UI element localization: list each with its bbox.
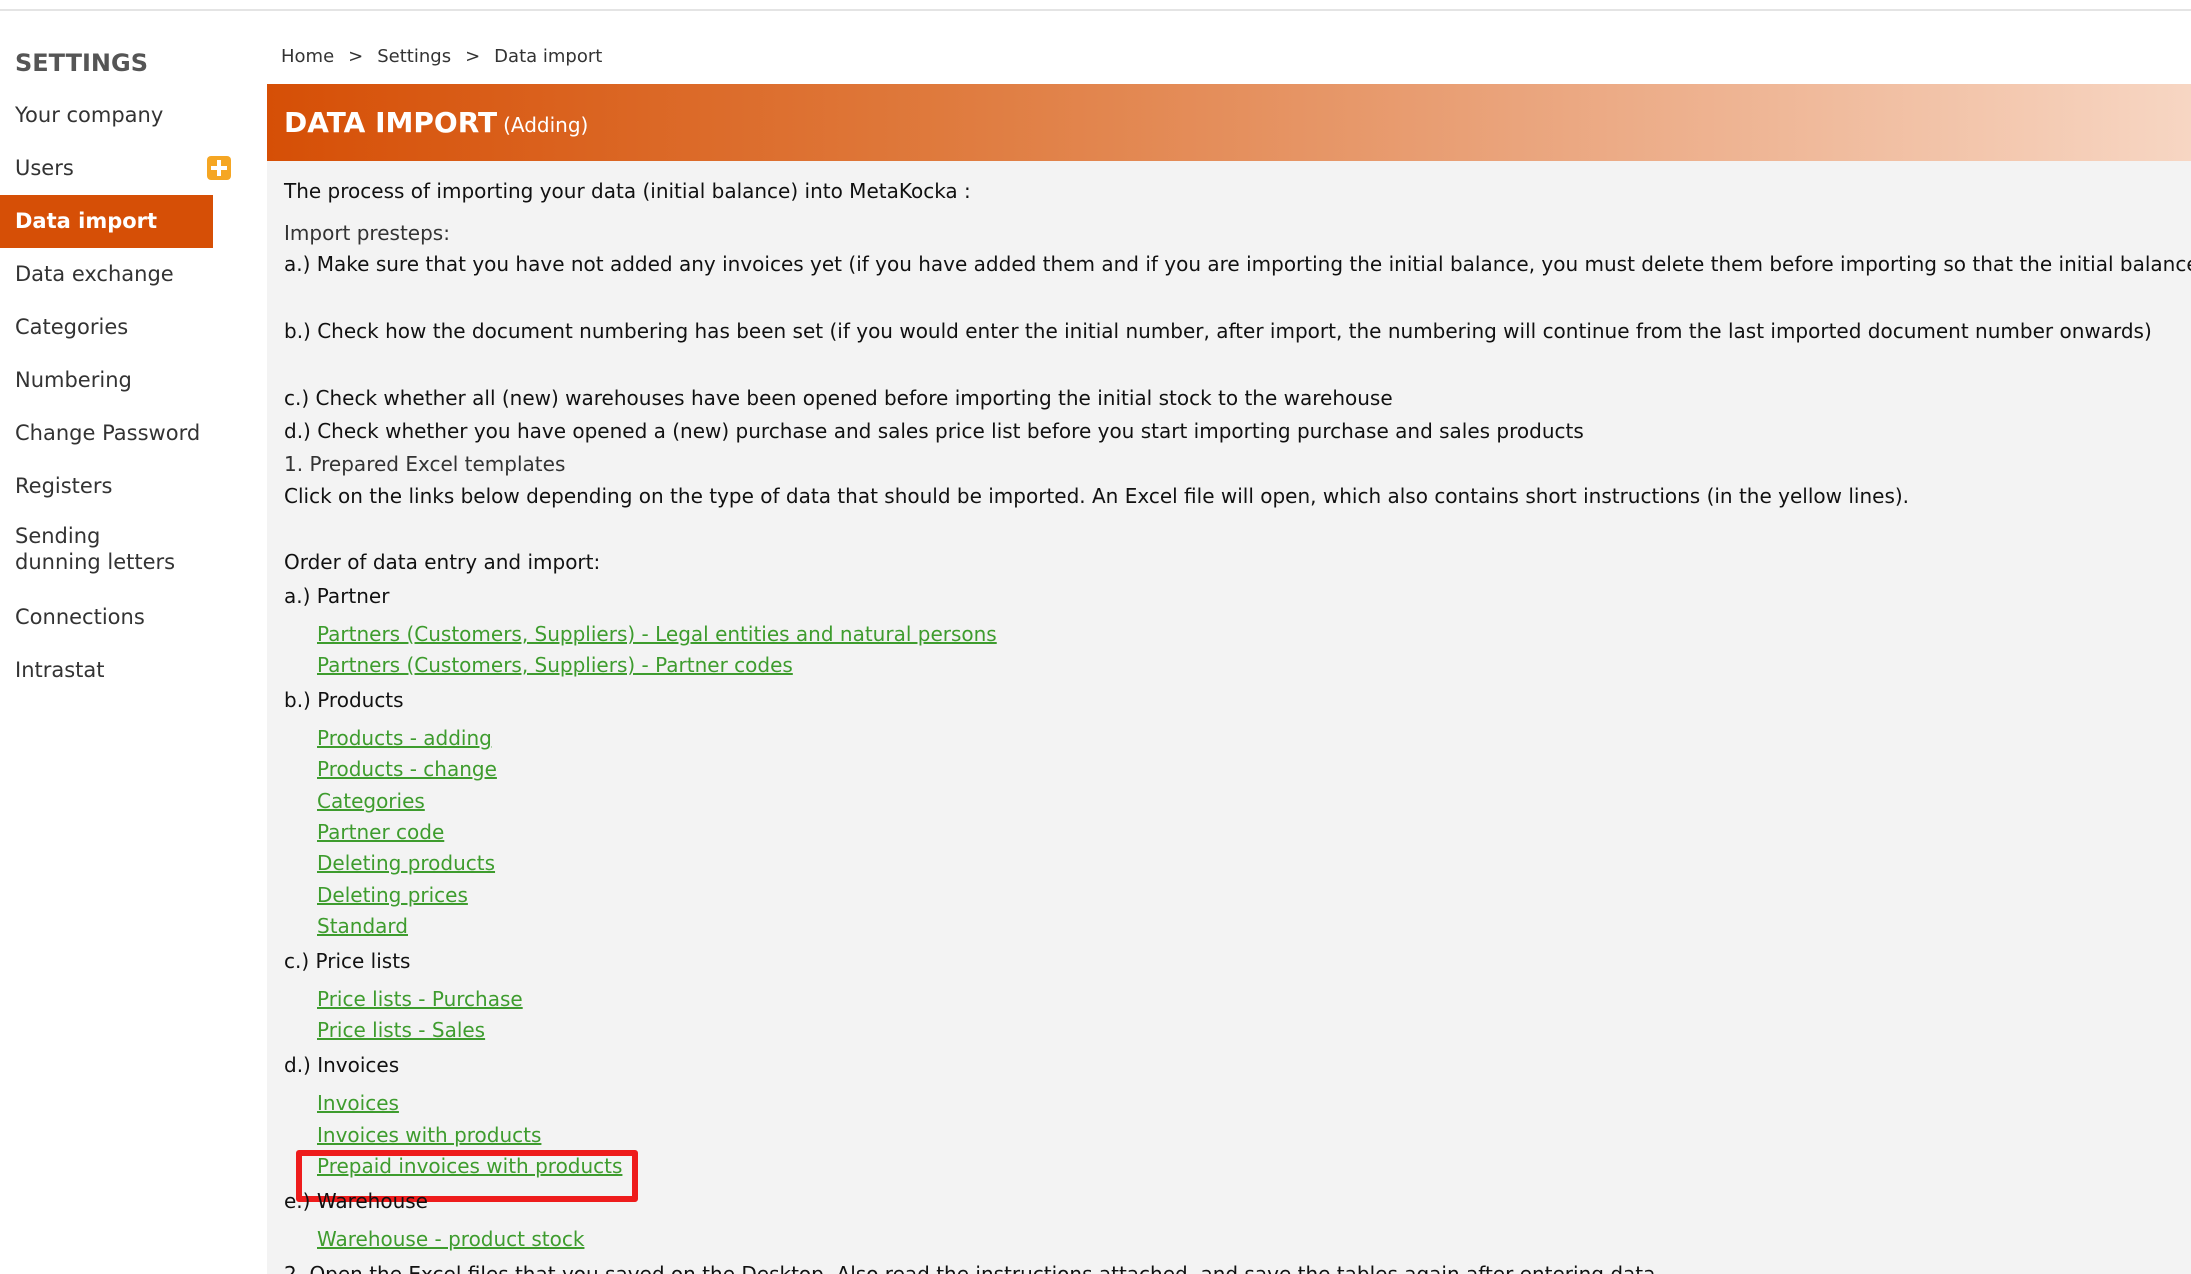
page-title-text: DATA IMPORT: [284, 106, 498, 139]
prestep-a: a.) Make sure that you have not added an…: [284, 252, 2191, 276]
step-2-text: 2. Open the Excel files that you saved o…: [284, 1262, 1662, 1274]
link-deleting-prices[interactable]: Deleting prices: [317, 883, 468, 907]
breadcrumb-separator: >: [465, 46, 481, 67]
presteps-title: Import presteps:: [284, 221, 450, 245]
content-panel: The process of importing your data (init…: [267, 161, 2191, 1274]
link-warehouse-product-stock[interactable]: Warehouse - product stock: [317, 1227, 584, 1251]
link-invoices[interactable]: Invoices: [317, 1091, 399, 1115]
link-deleting-products[interactable]: Deleting products: [317, 851, 495, 875]
sidebar-item-registers[interactable]: Registers: [0, 460, 230, 513]
sidebar-item-data-exchange[interactable]: Data exchange: [0, 248, 230, 301]
sidebar-item-data-import[interactable]: Data import: [0, 195, 213, 248]
settings-sidebar: SETTINGS Your company Users Data import …: [0, 40, 231, 697]
page-header: DATA IMPORT (Adding): [267, 84, 2191, 161]
prestep-d: d.) Check whether you have opened a (new…: [284, 419, 1584, 443]
sidebar-item-intrastat[interactable]: Intrastat: [0, 644, 230, 697]
sidebar-item-categories[interactable]: Categories: [0, 301, 230, 354]
breadcrumb-current: Data import: [494, 46, 603, 67]
sidebar-item-sending-dunning-letters[interactable]: Sending dunning letters: [0, 513, 230, 591]
breadcrumb-settings[interactable]: Settings: [377, 46, 451, 67]
section-price-lists: c.) Price lists: [284, 949, 411, 973]
link-standard[interactable]: Standard: [317, 914, 408, 938]
section-warehouse: e.) Warehouse: [284, 1189, 428, 1213]
sidebar-title: SETTINGS: [15, 49, 148, 77]
page-subtitle: (Adding): [503, 113, 589, 137]
sidebar-item-numbering[interactable]: Numbering: [0, 354, 230, 407]
link-price-lists-purchase[interactable]: Price lists - Purchase: [317, 987, 523, 1011]
link-invoices-with-products[interactable]: Invoices with products: [317, 1123, 541, 1147]
sidebar-item-users[interactable]: Users: [0, 142, 231, 195]
link-products-change[interactable]: Products - change: [317, 757, 497, 781]
sidebar-item-connections[interactable]: Connections: [0, 591, 230, 644]
section-invoices: d.) Invoices: [284, 1053, 400, 1077]
prestep-c: c.) Check whether all (new) warehouses h…: [284, 386, 1393, 410]
breadcrumb: Home > Settings > Data import: [281, 46, 602, 67]
sidebar-item-label: Sending dunning letters: [15, 524, 176, 574]
breadcrumb-separator: >: [348, 46, 364, 67]
templates-title: 1. Prepared Excel templates: [284, 452, 566, 476]
sidebar-item-change-password[interactable]: Change Password: [0, 407, 230, 460]
link-partner-code[interactable]: Partner code: [317, 820, 444, 844]
add-user-icon[interactable]: [207, 156, 231, 180]
top-border: [0, 0, 2191, 11]
intro-text: The process of importing your data (init…: [284, 179, 971, 203]
templates-description: Click on the links below depending on th…: [284, 484, 1910, 508]
order-title: Order of data entry and import:: [284, 550, 601, 574]
link-price-lists-sales[interactable]: Price lists - Sales: [317, 1018, 485, 1042]
section-products: b.) Products: [284, 688, 404, 712]
link-categories[interactable]: Categories: [317, 789, 425, 813]
breadcrumb-home[interactable]: Home: [281, 46, 334, 67]
section-partner: a.) Partner: [284, 584, 390, 608]
link-products-adding[interactable]: Products - adding: [317, 726, 492, 750]
sidebar-item-your-company[interactable]: Your company: [0, 89, 230, 142]
link-partners-legal-entities[interactable]: Partners (Customers, Suppliers) - Legal …: [317, 622, 997, 646]
sidebar-item-label: Users: [15, 156, 74, 180]
link-partners-codes[interactable]: Partners (Customers, Suppliers) - Partne…: [317, 653, 793, 677]
page-title: DATA IMPORT (Adding): [284, 106, 588, 139]
prestep-b: b.) Check how the document numbering has…: [284, 319, 2152, 343]
